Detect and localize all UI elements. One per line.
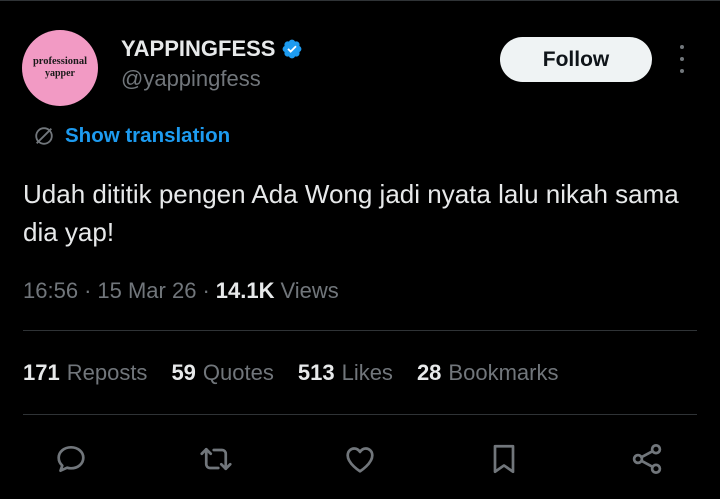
tweet-date[interactable]: 15 Mar 26 — [97, 278, 196, 304]
verified-badge-icon — [283, 39, 302, 59]
tweet-text: Udah dititik pengen Ada Wong jadi nyata … — [23, 179, 679, 247]
divider — [23, 330, 697, 331]
engagement-stats: 171 Reposts 59 Quotes 513 Likes 28 Bookm… — [23, 360, 582, 386]
avatar-text-line2: yapper — [45, 68, 75, 80]
likes-label: Likes — [341, 360, 393, 385]
follow-button[interactable]: Follow — [500, 37, 652, 82]
bookmark-button[interactable] — [486, 441, 522, 477]
like-button[interactable] — [342, 441, 378, 477]
more-options-icon[interactable] — [670, 45, 694, 73]
avatar-text-line1: professional — [32, 56, 88, 68]
bookmarks-label: Bookmarks — [448, 360, 559, 385]
show-translation-link[interactable]: Show translation — [33, 124, 230, 148]
reposts-label: Reposts — [66, 360, 148, 385]
quotes-stat[interactable]: 59 Quotes — [171, 360, 273, 386]
avatar[interactable]: professional yapper — [22, 30, 98, 106]
likes-stat[interactable]: 513 Likes — [298, 360, 393, 386]
author-name-row[interactable]: YAPPINGFESS — [121, 36, 303, 62]
likes-count: 513 — [297, 360, 335, 385]
reposts-stat[interactable]: 171 Reposts — [23, 360, 147, 386]
repost-icon — [200, 447, 232, 471]
reply-icon — [57, 445, 85, 473]
quotes-count: 59 — [171, 360, 196, 385]
top-divider — [0, 0, 720, 1]
bookmark-icon — [493, 444, 515, 474]
quotes-label: Quotes — [202, 360, 274, 385]
bookmarks-count: 28 — [416, 360, 442, 385]
show-translation-label[interactable]: Show translation — [65, 124, 230, 148]
author-name[interactable]: YAPPINGFESS — [121, 36, 275, 62]
author-handle[interactable]: @yappingfess — [121, 66, 261, 92]
views-count: 14.1K — [215, 278, 275, 303]
tweet-meta: 16:56 · 15 Mar 26 · 14.1K Views — [23, 278, 339, 304]
views-label: Views — [280, 278, 339, 303]
share-icon — [632, 444, 662, 474]
translate-icon — [35, 127, 53, 145]
like-icon — [346, 447, 374, 473]
share-button[interactable] — [629, 441, 665, 477]
reposts-count: 171 — [23, 360, 60, 385]
divider — [23, 414, 697, 415]
bookmarks-stat[interactable]: 28 Bookmarks — [417, 360, 559, 386]
tweet-time[interactable]: 16:56 — [23, 278, 78, 304]
reply-button[interactable] — [53, 441, 89, 477]
repost-button[interactable] — [198, 441, 234, 477]
